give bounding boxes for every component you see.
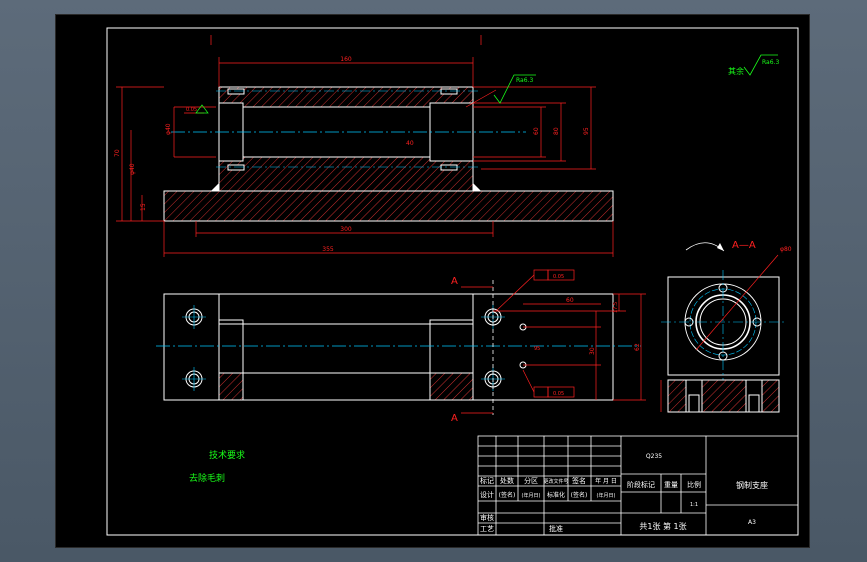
plan-hatch-right bbox=[429, 372, 474, 401]
view-dim-text: φ80 bbox=[780, 246, 792, 253]
dim-left-3: 15 bbox=[140, 203, 147, 211]
tb-r-0: 设计 bbox=[480, 490, 494, 499]
cad-viewport[interactable]: 160 70 φ40 15 φ40 0.05 60 80 95 40 Ra6.3… bbox=[55, 14, 810, 548]
tb-h-2: 分区 bbox=[524, 476, 538, 485]
tech-notes: 技术要求 去除毛刺 bbox=[189, 449, 245, 484]
tb-h-4: 签名 bbox=[572, 476, 586, 485]
tb-h-5: 年 月 日 bbox=[595, 477, 617, 485]
corner-roughness: 其余 Ra6.3 bbox=[728, 54, 779, 76]
section-mark-bottom: A bbox=[451, 413, 458, 424]
dim-right-b: 80 bbox=[553, 127, 560, 135]
section-leader bbox=[695, 254, 779, 351]
base-plate bbox=[163, 190, 614, 222]
dim-plan-top: 60 bbox=[566, 297, 574, 304]
dim-plan-rb: 30 bbox=[589, 347, 596, 355]
tb-r-2: (年月日) bbox=[522, 492, 541, 499]
front-view: 160 70 φ40 15 φ40 0.05 60 80 95 40 Ra6.3… bbox=[114, 35, 614, 257]
bolt-tr bbox=[440, 88, 458, 95]
dim-bore-mid: 40 bbox=[406, 140, 414, 147]
tol-2-text: 0.05 bbox=[553, 391, 564, 397]
plan-hatch-left bbox=[218, 372, 244, 401]
tb-sheet: 共1张 第 1张 bbox=[639, 521, 686, 531]
weld-right bbox=[473, 183, 481, 191]
tb-material: Q235 bbox=[646, 453, 662, 460]
dim-bottom bbox=[163, 221, 614, 257]
dim-top-text: 160 bbox=[340, 56, 352, 63]
notes-title: 技术要求 bbox=[209, 449, 245, 461]
tb-stage-1: 重量 bbox=[664, 481, 678, 489]
plan-view: A A 0.05 0.05 60 17.5 30 62 95 bbox=[156, 269, 646, 424]
dim-plan-rc: 62 bbox=[634, 343, 641, 351]
tb-stage-0: 阶段标记 bbox=[627, 480, 655, 489]
engineering-drawing: 160 70 φ40 15 φ40 0.05 60 80 95 40 Ra6.3… bbox=[106, 27, 799, 536]
tb-approve: 批准 bbox=[549, 524, 563, 533]
tb-h-0: 标记 bbox=[480, 476, 494, 485]
section-view-label: A—A bbox=[732, 240, 756, 251]
dim-bottom-text: 300 bbox=[340, 226, 352, 233]
tb-process: 工艺 bbox=[480, 525, 494, 533]
tb-h-1: 处数 bbox=[500, 476, 514, 485]
dim-plan-mid: 95 bbox=[534, 346, 540, 352]
dim-right-a: 60 bbox=[533, 127, 540, 135]
dim-plan-ra: 17.5 bbox=[613, 302, 619, 313]
tb-r-5: (年月日) bbox=[597, 492, 616, 499]
tb-r-1: (签名) bbox=[499, 491, 516, 499]
dim-left-1: 70 bbox=[114, 149, 121, 157]
dim-bore-left: φ40 bbox=[165, 123, 172, 135]
tb-part-name: 钢制支座 bbox=[736, 480, 768, 490]
dim-right-c: 95 bbox=[583, 127, 590, 135]
tb-h-3: 更改文件号 bbox=[543, 478, 568, 485]
tb-review: 审核 bbox=[480, 513, 494, 522]
tb-drawing-no: A3 bbox=[748, 519, 756, 526]
tb-scale: 1:1 bbox=[690, 502, 698, 508]
bolt-tl bbox=[227, 88, 245, 95]
tol-frame-2 bbox=[522, 369, 575, 398]
tb-r-3: 标准化 bbox=[547, 491, 565, 499]
upper-block-bottom bbox=[218, 156, 474, 192]
left-tol-text: 0.05 bbox=[186, 107, 197, 113]
dim-left-2: φ40 bbox=[129, 163, 136, 175]
tb-r-4: (签名) bbox=[571, 491, 588, 499]
dim-overall-text: 355 bbox=[322, 246, 334, 253]
corner-roughness-prefix: 其余 bbox=[728, 66, 744, 76]
weld-left bbox=[211, 183, 219, 191]
bolt-bl bbox=[227, 164, 245, 171]
corner-roughness-text: Ra6.3 bbox=[762, 59, 779, 66]
tb-stage-2: 比例 bbox=[687, 480, 701, 489]
section-view: A—A φ80 bbox=[660, 240, 792, 413]
plan-recess-left bbox=[218, 319, 244, 374]
plan-recess-right bbox=[429, 319, 474, 374]
dim-plan-right bbox=[493, 293, 646, 401]
tol-1-text: 0.05 bbox=[553, 274, 564, 280]
bolt-br bbox=[440, 164, 458, 171]
roughness-top-text: Ra6.3 bbox=[516, 77, 533, 84]
section-mark-top: A bbox=[451, 276, 458, 287]
notes-line1: 去除毛刺 bbox=[189, 472, 225, 484]
